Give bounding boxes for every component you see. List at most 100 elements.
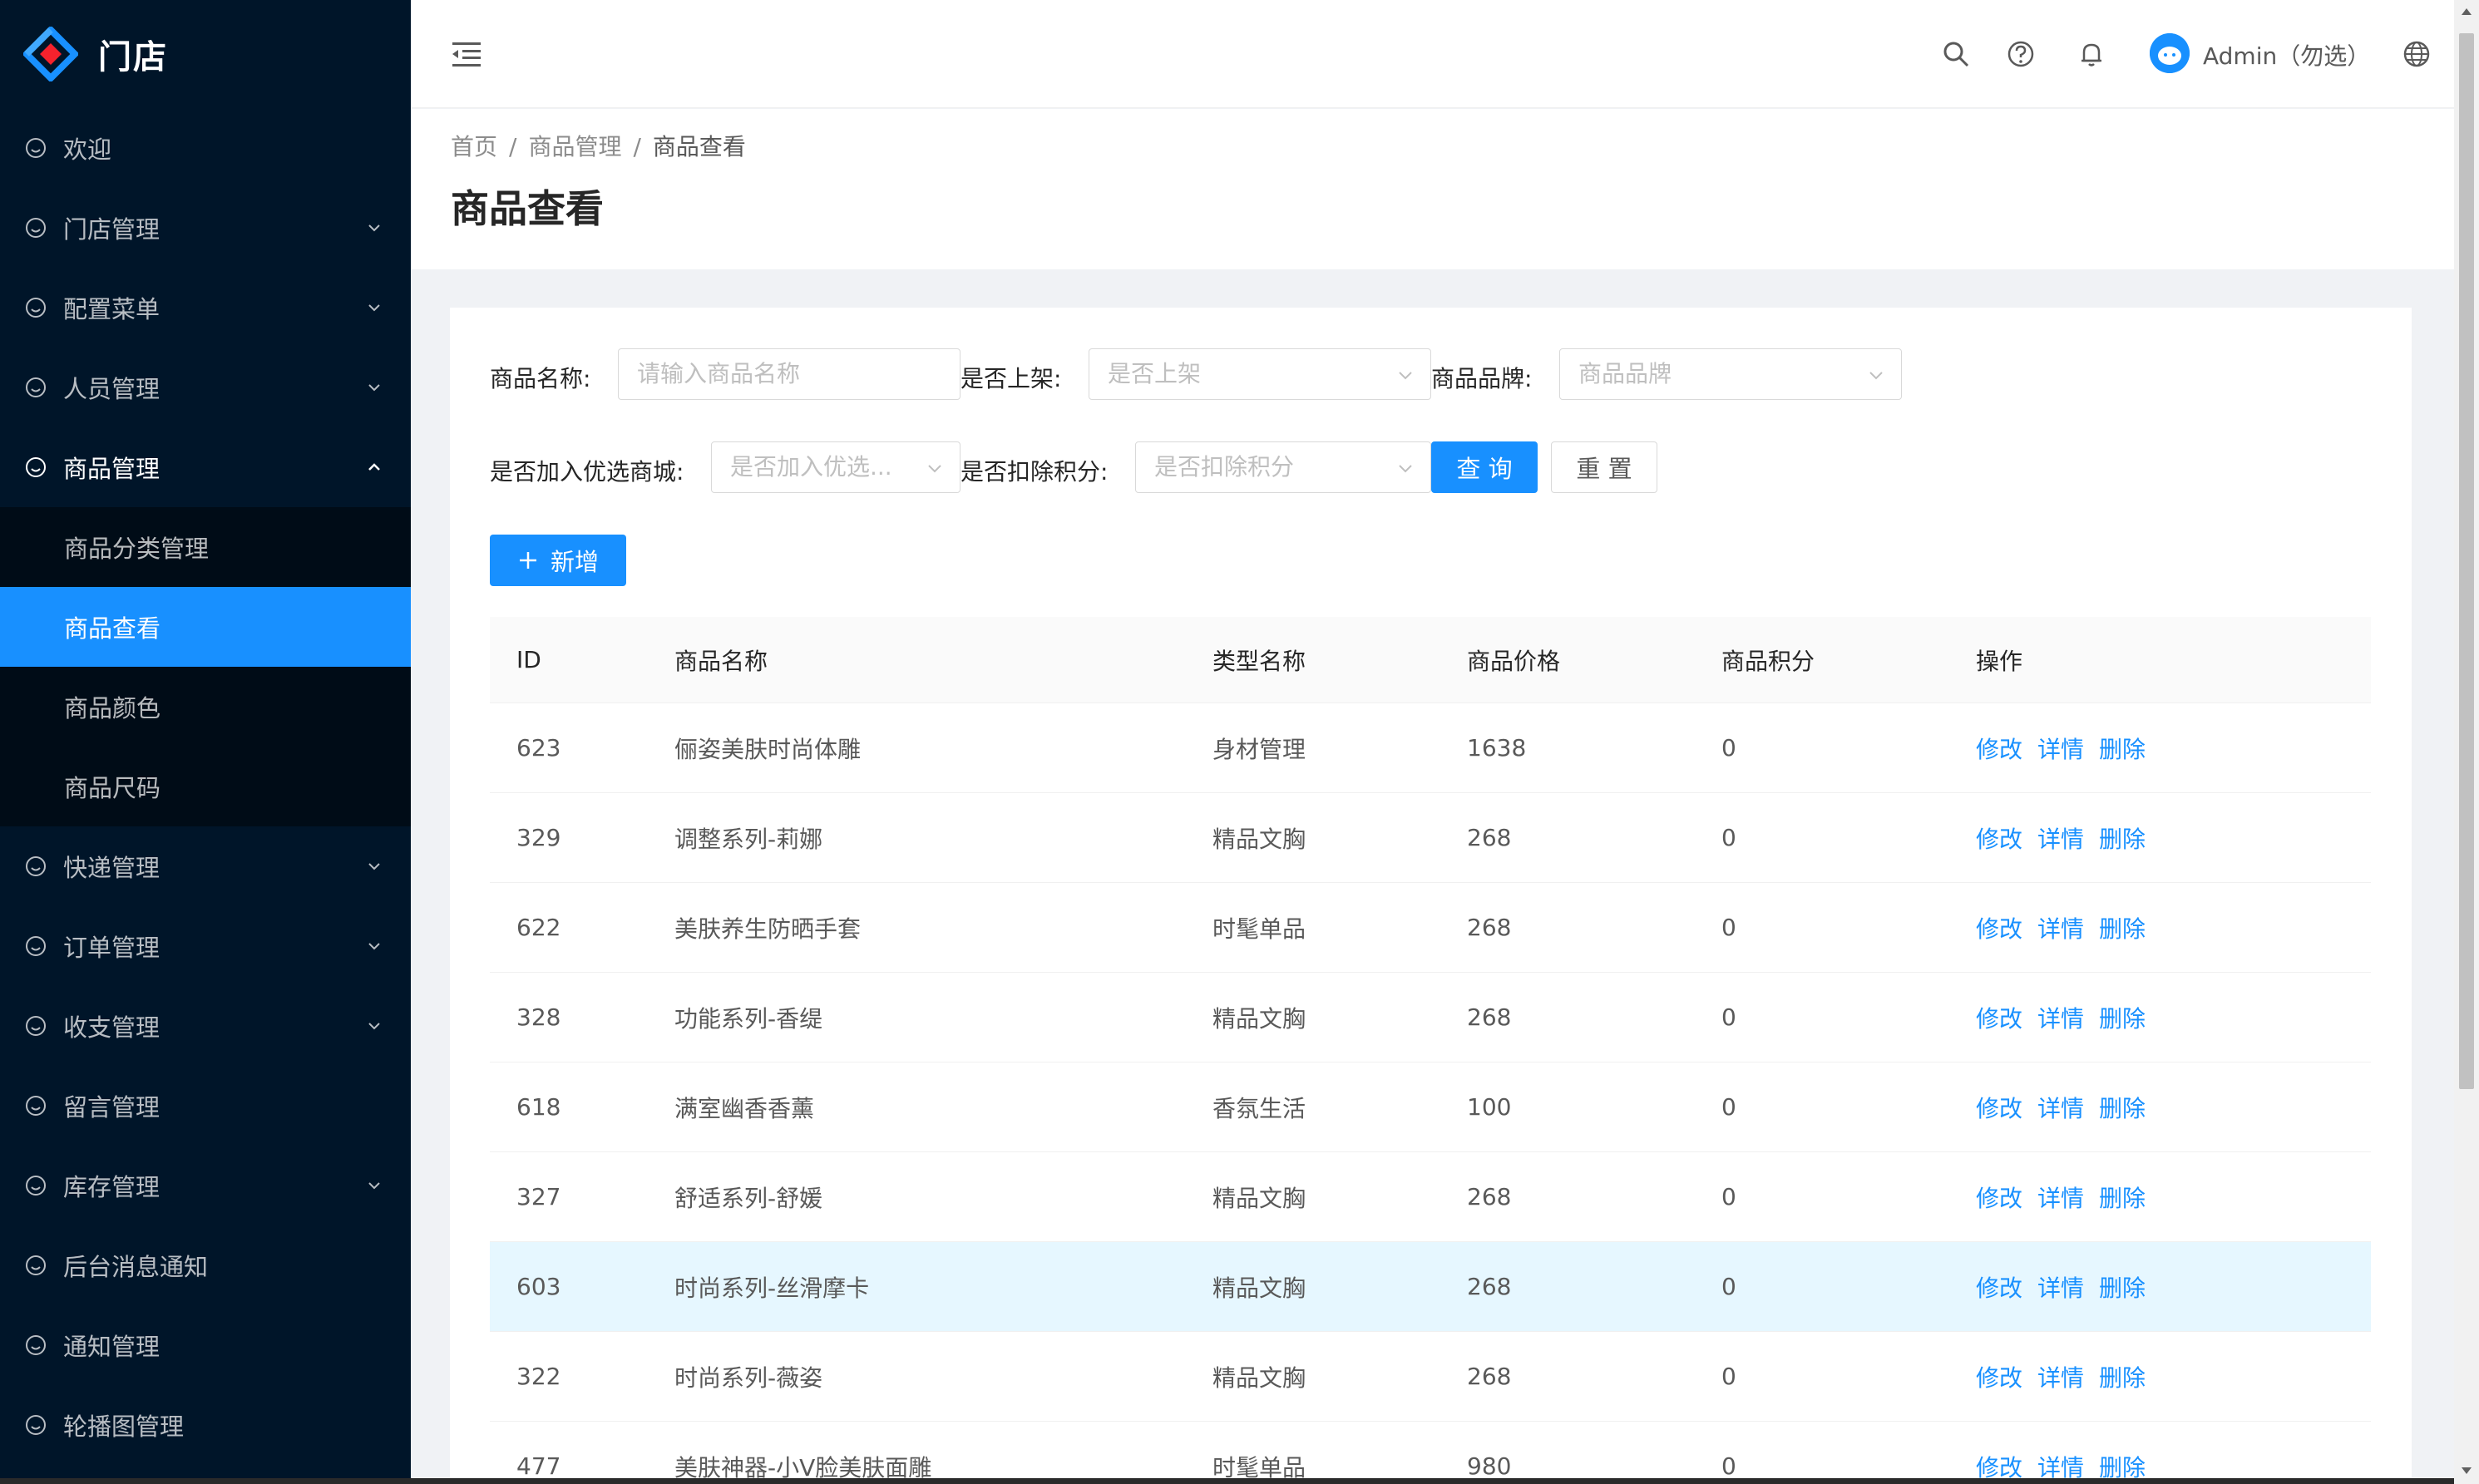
edit-link[interactable]: 修改 — [1976, 736, 2022, 763]
cell-actions: 修改 详情 删除 — [1949, 1360, 2371, 1393]
cell-price: 100 — [1467, 1093, 1512, 1121]
featured-select[interactable]: 是否加入优选... — [711, 441, 960, 493]
cell-id: 618 — [516, 1093, 561, 1121]
sidebar-item[interactable]: 收支管理 — [0, 986, 411, 1066]
table-body: 623 俪姿美肤时尚体雕 身材管理 1638 0 修改 详情 删除 329 调整系列-莉娜 精品文胸… — [490, 703, 2371, 1484]
detail-link[interactable]: 详情 — [2037, 1185, 2084, 1212]
sidebar-item[interactable]: 人员管理 — [0, 348, 411, 427]
submenu-item[interactable]: 商品尺码 — [0, 747, 411, 826]
help-icon[interactable] — [2006, 39, 2036, 69]
detail-link[interactable]: 详情 — [2037, 736, 2084, 763]
table-row[interactable]: 623 俪姿美肤时尚体雕 身材管理 1638 0 修改 详情 删除 — [490, 703, 2371, 793]
column-header-points: 商品积分 — [1721, 647, 1815, 675]
sidebar-item[interactable]: 通知管理 — [0, 1305, 411, 1385]
chevron-down-icon — [368, 1023, 380, 1030]
cell-price: 268 — [1467, 1363, 1512, 1390]
detail-link[interactable]: 详情 — [2037, 915, 2084, 943]
scroll-up-arrow-icon[interactable] — [2462, 8, 2472, 15]
edit-link[interactable]: 修改 — [1976, 1185, 2022, 1212]
search-icon[interactable] — [1941, 39, 1971, 69]
cell-id: 622 — [516, 914, 561, 941]
delete-link[interactable]: 删除 — [2099, 1095, 2146, 1122]
sidebar-item[interactable]: 配置菜单 — [0, 268, 411, 348]
delete-link[interactable]: 删除 — [2099, 1454, 2146, 1482]
cell-points: 0 — [1721, 1093, 1736, 1121]
delete-link[interactable]: 删除 — [2099, 1185, 2146, 1212]
sidebar-item[interactable]: 快递管理 — [0, 826, 411, 906]
sidebar-item[interactable]: 订单管理 — [0, 906, 411, 986]
column-header-name: 商品名称 — [674, 647, 768, 675]
delete-link[interactable]: 删除 — [2099, 826, 2146, 853]
detail-link[interactable]: 详情 — [2037, 1005, 2084, 1033]
cell-price: 980 — [1467, 1452, 1512, 1480]
points-select[interactable]: 是否扣除积分 — [1135, 441, 1431, 493]
table-row[interactable]: 622 美肤养生防晒手套 时髦单品 268 0 修改 详情 删除 — [490, 883, 2371, 973]
bell-icon[interactable] — [2077, 39, 2106, 69]
brand-select[interactable]: 商品品牌 — [1559, 348, 1902, 400]
table-row[interactable]: 618 满室幽香香薰 香氛生活 100 0 修改 详情 删除 — [490, 1062, 2371, 1152]
edit-link[interactable]: 修改 — [1976, 1274, 2022, 1302]
table-row[interactable]: 328 功能系列-香缇 精品文胸 268 0 修改 详情 删除 — [490, 973, 2371, 1062]
table-row[interactable]: 603 时尚系列-丝滑摩卡 精品文胸 268 0 修改 详情 删除 — [490, 1242, 2371, 1332]
sidebar-item[interactable]: 门店管理 — [0, 188, 411, 268]
delete-link[interactable]: 删除 — [2099, 736, 2146, 763]
breadcrumb-home[interactable]: 首页 — [451, 133, 497, 160]
scroll-down-arrow-icon[interactable] — [2462, 1467, 2472, 1474]
sidebar-item[interactable]: 后台消息通知 — [0, 1225, 411, 1305]
cell-type: 精品文胸 — [1212, 1184, 1306, 1212]
column-header-id: ID — [516, 646, 541, 673]
product-name-input[interactable]: 请输入商品名称 — [618, 348, 960, 400]
sidebar-item-label: 欢迎 — [63, 136, 112, 164]
smile-icon — [26, 218, 46, 238]
delete-link[interactable]: 删除 — [2099, 1274, 2146, 1302]
product-submenu: 商品分类管理 商品查看 商品颜色 商品尺码 — [0, 507, 411, 826]
logo[interactable]: 门店 — [0, 0, 411, 108]
detail-link[interactable]: 详情 — [2037, 826, 2084, 853]
detail-link[interactable]: 详情 — [2037, 1095, 2084, 1122]
delete-link[interactable]: 删除 — [2099, 1364, 2146, 1392]
submenu-item[interactable]: 商品分类管理 — [0, 507, 411, 587]
sidebar-item[interactable]: 商品管理 — [0, 427, 411, 507]
submenu-item[interactable]: 商品颜色 — [0, 667, 411, 747]
sidebar-item[interactable]: 轮播图管理 — [0, 1385, 411, 1465]
vertical-scrollbar[interactable] — [2454, 0, 2479, 1484]
breadcrumb-current: 商品查看 — [652, 133, 746, 160]
smile-icon — [26, 1016, 46, 1036]
onshelf-select[interactable]: 是否上架 — [1089, 348, 1431, 400]
sidebar-item[interactable]: 留言管理 — [0, 1066, 411, 1146]
user-name[interactable]: Admin（勿选） — [2203, 38, 2370, 71]
cell-points: 0 — [1721, 1273, 1736, 1300]
edit-link[interactable]: 修改 — [1976, 915, 2022, 943]
scrollbar-thumb[interactable] — [2459, 33, 2474, 1089]
sidebar-item[interactable]: 欢迎 — [0, 108, 411, 188]
edit-link[interactable]: 修改 — [1976, 1005, 2022, 1033]
avatar[interactable] — [2150, 33, 2190, 73]
add-button[interactable]: 新增 — [490, 535, 626, 586]
breadcrumb-separator: / — [509, 133, 517, 160]
filter-brand-label: 商品品牌: — [1431, 365, 1533, 392]
reset-button[interactable]: 重 置 — [1551, 441, 1657, 493]
table-row[interactable]: 322 时尚系列-薇姿 精品文胸 268 0 修改 详情 删除 — [490, 1332, 2371, 1422]
breadcrumb-product-management[interactable]: 商品管理 — [528, 133, 621, 160]
detail-link[interactable]: 详情 — [2037, 1364, 2084, 1392]
cell-actions: 修改 详情 删除 — [1949, 1270, 2371, 1304]
detail-link[interactable]: 详情 — [2037, 1274, 2084, 1302]
table-row[interactable]: 477 美肤神器-小V脸美肤面雕 时髦单品 980 0 修改 详情 删除 — [490, 1422, 2371, 1484]
table-row[interactable]: 327 舒适系列-舒媛 精品文胸 268 0 修改 详情 删除 — [490, 1152, 2371, 1242]
query-button[interactable]: 查 询 — [1431, 441, 1538, 493]
edit-link[interactable]: 修改 — [1976, 1095, 2022, 1122]
edit-link[interactable]: 修改 — [1976, 1364, 2022, 1392]
chevron-down-icon — [1399, 372, 1412, 380]
page-title: 商品查看 — [451, 186, 604, 231]
submenu-item[interactable]: 商品查看 — [0, 587, 411, 667]
chevron-down-icon — [368, 304, 380, 312]
detail-link[interactable]: 详情 — [2037, 1454, 2084, 1482]
delete-link[interactable]: 删除 — [2099, 1005, 2146, 1033]
sidebar-item[interactable]: 库存管理 — [0, 1146, 411, 1225]
table-row[interactable]: 329 调整系列-莉娜 精品文胸 268 0 修改 详情 删除 — [490, 793, 2371, 883]
edit-link[interactable]: 修改 — [1976, 1454, 2022, 1482]
menu-fold-icon[interactable] — [451, 39, 482, 69]
globe-icon[interactable] — [2402, 39, 2432, 69]
delete-link[interactable]: 删除 — [2099, 915, 2146, 943]
edit-link[interactable]: 修改 — [1976, 826, 2022, 853]
